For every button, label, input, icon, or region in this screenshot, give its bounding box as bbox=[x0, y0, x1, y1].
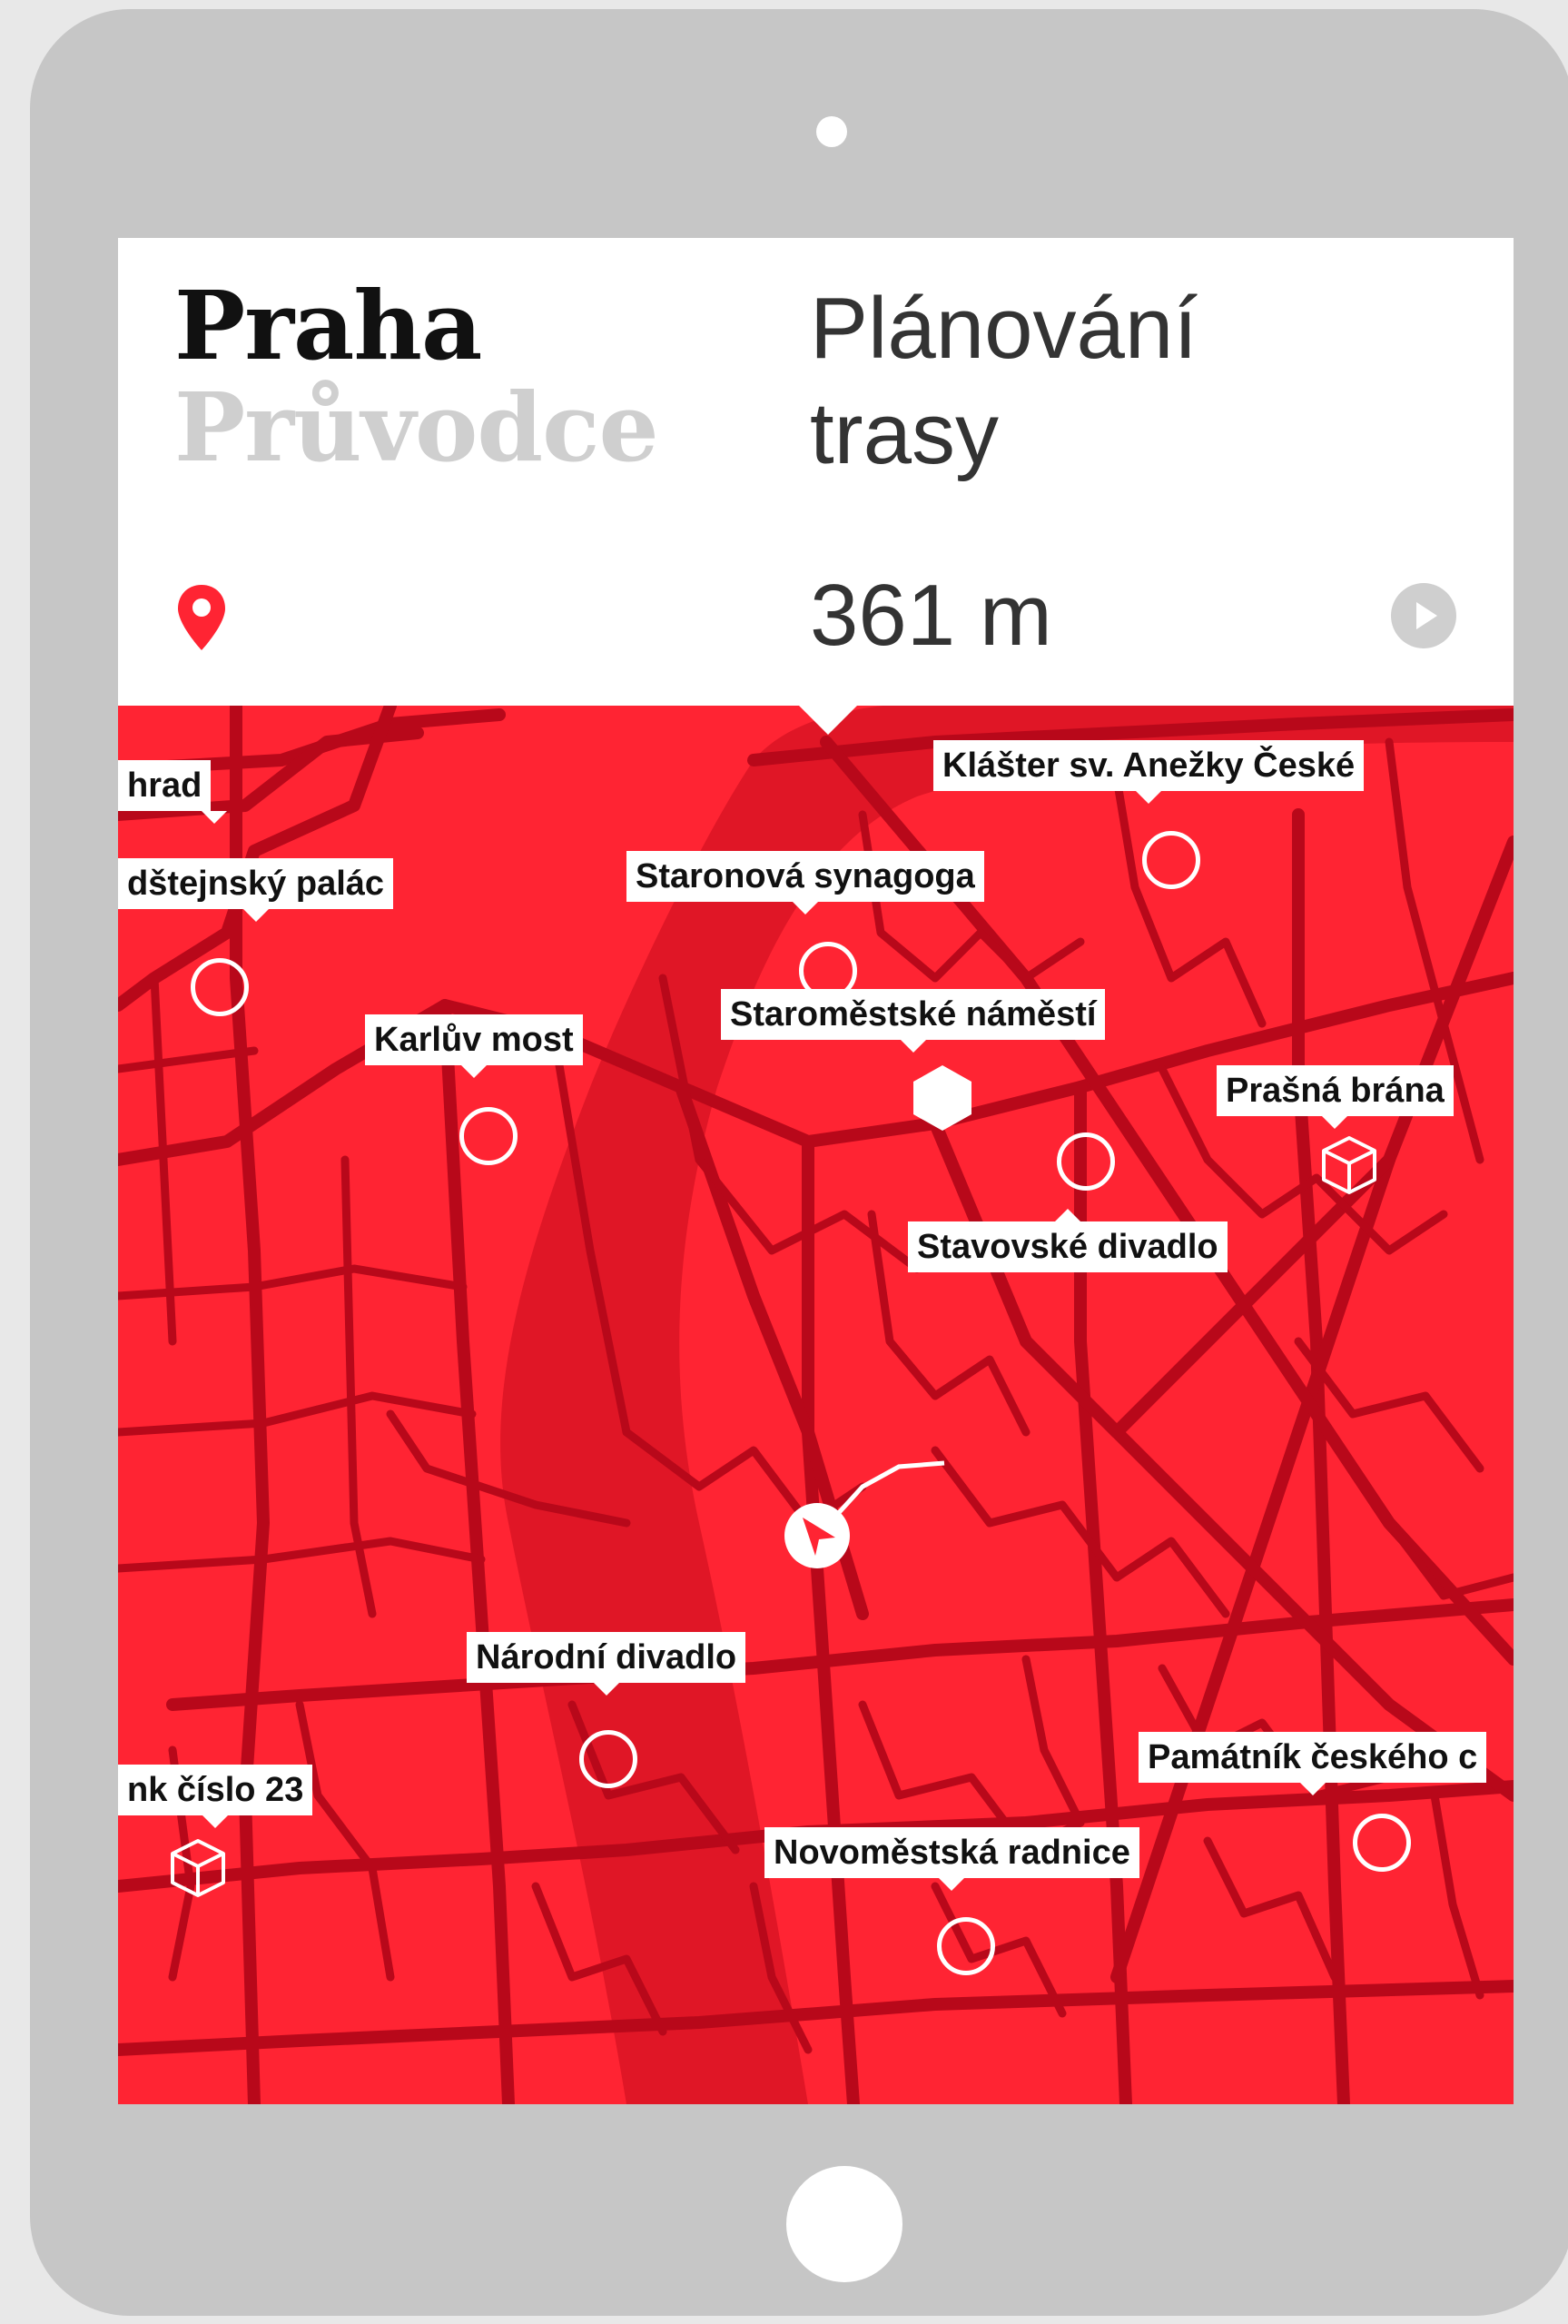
app-title: Praha bbox=[174, 270, 482, 381]
poi-label-klaster-sv-anezky-ceske[interactable]: Klášter sv. Anežky České bbox=[933, 740, 1365, 804]
poi-marker-klaster-sv-anezky-ceske[interactable] bbox=[1142, 831, 1200, 889]
poi-label-tank-cislo-23[interactable]: nk číslo 23 bbox=[118, 1765, 313, 1828]
header-pointer-notch bbox=[799, 706, 857, 735]
poi-label-valdstejnsky-palac[interactable]: dštejnský palác bbox=[118, 858, 394, 922]
location-pin-icon[interactable] bbox=[174, 581, 229, 654]
poi-label-prasna-brana[interactable]: Prašná brána bbox=[1217, 1065, 1454, 1129]
poi-label-narodni-divadlo[interactable]: Národní divadlo bbox=[467, 1632, 746, 1696]
front-camera bbox=[816, 116, 847, 147]
poi-marker-pamatnik-ceskeho[interactable] bbox=[1353, 1814, 1411, 1872]
poi-marker-novomestska-radnice[interactable] bbox=[937, 1917, 995, 1975]
poi-label-hrad[interactable]: hrad bbox=[118, 760, 228, 824]
poi-marker-valdstejnsky-palac[interactable] bbox=[191, 958, 249, 1016]
play-circle-icon[interactable] bbox=[1389, 581, 1458, 650]
app-screen: Praha Průvodce Plánování trasy 361 m Klá… bbox=[118, 238, 1514, 2104]
poi-label-stavovske-divadlo[interactable]: Stavovské divadlo bbox=[908, 1209, 1228, 1272]
poi-label-pamatnik-ceskeho[interactable]: Památník českého c bbox=[1139, 1732, 1487, 1795]
route-path bbox=[815, 1460, 945, 1538]
home-button[interactable] bbox=[786, 2166, 902, 2282]
app-header: Praha Průvodce Plánování trasy 361 m bbox=[118, 238, 1514, 706]
page-heading: Plánování trasy bbox=[810, 280, 1198, 482]
poi-label-staronova-synagoga[interactable]: Staronová synagoga bbox=[626, 851, 984, 915]
city-map[interactable]: Klášter sv. Anežky České hrad Staronová … bbox=[118, 706, 1514, 2104]
poi-marker-karluv-most[interactable] bbox=[459, 1107, 518, 1165]
poi-marker-stavovske-divadlo[interactable] bbox=[1057, 1132, 1115, 1191]
hexagon-icon[interactable] bbox=[906, 1062, 979, 1134]
poi-label-staromestske-namesti[interactable]: Staroměstské náměstí bbox=[721, 989, 1106, 1053]
route-distance: 361 m bbox=[810, 567, 1052, 664]
current-location-arrow-icon bbox=[784, 1503, 850, 1568]
cube-icon[interactable] bbox=[1317, 1132, 1382, 1198]
poi-label-novomestska-radnice[interactable]: Novoměstská radnice bbox=[764, 1827, 1139, 1891]
app-subtitle: Průvodce bbox=[174, 371, 659, 483]
poi-marker-narodni-divadlo[interactable] bbox=[579, 1730, 637, 1788]
poi-label-karluv-most[interactable]: Karlův most bbox=[365, 1014, 583, 1078]
cube-icon[interactable] bbox=[165, 1835, 231, 1901]
